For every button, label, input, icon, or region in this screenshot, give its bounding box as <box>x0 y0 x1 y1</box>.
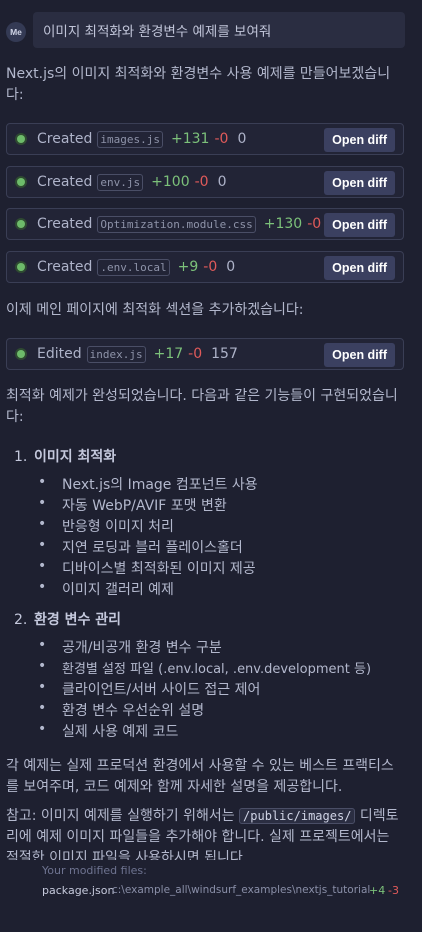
file-change-card: Created images.js +131 -0 0 Open diff <box>6 123 404 155</box>
inline-code: /public/images/ <box>239 808 356 824</box>
list-item-text: 디바이스별 최적화된 이미지 제공 <box>62 561 256 577</box>
lines-removed: -0 <box>307 216 322 232</box>
closing-text: 각 예제는 실제 프로덕션 환경에서 사용할 수 있는 베스트 프랙티스를 보여… <box>6 758 394 795</box>
modified-files-panel: Your modified files: package.json c:\exa… <box>0 860 422 932</box>
section-title-text: 이미지 최적화 <box>34 449 117 465</box>
mid-text: 이제 메인 페이지에 최적화 섹션을 추가하겠습니다: <box>6 302 304 318</box>
section-title: 2. 환경 변수 관리 <box>14 609 121 629</box>
lines-added: +17 <box>153 346 184 362</box>
summary-text: 최적화 예제가 완성되었습니다. 다음과 같은 기능들이 구현되었습니다: <box>6 388 398 425</box>
open-diff-button[interactable]: Open diff <box>324 128 395 152</box>
file-name[interactable]: env.js <box>97 173 144 191</box>
change-count: 0 <box>217 174 227 190</box>
modified-files-label: Your modified files: <box>42 864 147 877</box>
list-item-text: Next.js의 Image 컴포넌트 사용 <box>62 477 258 493</box>
open-diff-button[interactable]: Open diff <box>324 256 395 280</box>
lines-added: +100 <box>151 174 190 190</box>
change-count: 157 <box>211 346 238 362</box>
lines-removed: -0 <box>203 259 218 275</box>
section-title: 1. 이미지 최적화 <box>14 446 116 466</box>
status-dot-icon <box>17 263 25 271</box>
file-name[interactable]: images.js <box>97 130 164 148</box>
list-item-text: 지연 로딩과 블러 플레이스홀더 <box>62 540 243 556</box>
file-edit-card: Edited index.js +17 -0 157 Open diff <box>6 338 404 370</box>
lines-removed: -0 <box>214 131 229 147</box>
change-verb: Created <box>37 131 93 147</box>
lines-added: +9 <box>177 259 199 275</box>
open-diff-button[interactable]: Open diff <box>324 343 395 367</box>
section-title-text: 환경 변수 관리 <box>34 612 122 628</box>
modified-file-name[interactable]: package.json <box>42 884 114 897</box>
change-count: 0 <box>237 131 247 147</box>
open-diff-button[interactable]: Open diff <box>324 171 395 195</box>
list-item-text: 자동 WebP/AVIF 포맷 변환 <box>62 498 227 514</box>
list-item-text: 반응형 이미지 처리 <box>62 519 174 535</box>
lines-added: +131 <box>171 131 210 147</box>
change-verb: Created <box>37 216 93 232</box>
modified-lines-removed: -3 <box>388 884 399 897</box>
note-text-before: 참고: 이미지 예제를 실행하기 위해서는 <box>6 808 240 824</box>
user-avatar: Me <box>6 22 26 42</box>
open-diff-button[interactable]: Open diff <box>324 213 395 237</box>
file-change-card: Created .env.local +9 -0 0 Open diff <box>6 251 404 283</box>
file-name[interactable]: Optimization.module.css <box>97 215 256 233</box>
status-dot-icon <box>17 178 25 186</box>
section-number: 1. <box>14 449 28 465</box>
lines-added: +130 <box>263 216 303 232</box>
intro-text: Next.js의 이미지 최적화와 환경변수 사용 예제를 만들어보겠습니다: <box>6 66 391 103</box>
lines-removed: -0 <box>188 346 203 362</box>
list-item-text: 공개/비공개 환경 변수 구분 <box>62 640 222 656</box>
file-change-card: Created Optimization.module.css +130 -0 … <box>6 208 404 240</box>
file-name[interactable]: .env.local <box>97 258 170 276</box>
change-verb: Edited <box>37 346 82 362</box>
list-item-text: 환경별 설정 파일 (.env.local, .env.development … <box>62 662 372 677</box>
file-name[interactable]: index.js <box>86 345 146 363</box>
file-change-card: Created env.js +100 -0 0 Open diff <box>6 166 404 198</box>
modified-file-path: c:\example_all\windsurf_examples\nextjs_… <box>112 884 371 896</box>
list-item-text: 이미지 갤러리 예제 <box>62 582 174 598</box>
change-verb: Created <box>37 174 93 190</box>
list-item-text: 실제 사용 예제 코드 <box>62 724 179 740</box>
change-count: 0 <box>226 259 236 275</box>
lines-removed: -0 <box>194 174 209 190</box>
user-message-bubble: 이미지 최적화와 환경변수 예제를 보여줘 <box>33 12 405 48</box>
list-item-text: 클라이언트/서버 사이드 접근 제어 <box>62 682 261 698</box>
status-dot-icon <box>17 220 25 228</box>
list-item-text: 환경 변수 우선순위 설명 <box>62 703 205 719</box>
section-number: 2. <box>14 612 28 628</box>
modified-lines-added: +4 <box>369 884 386 897</box>
status-dot-icon <box>17 350 25 358</box>
status-dot-icon <box>17 135 25 143</box>
change-verb: Created <box>37 259 93 275</box>
user-message: Me 이미지 최적화와 환경변수 예제를 보여줘 <box>0 12 405 48</box>
